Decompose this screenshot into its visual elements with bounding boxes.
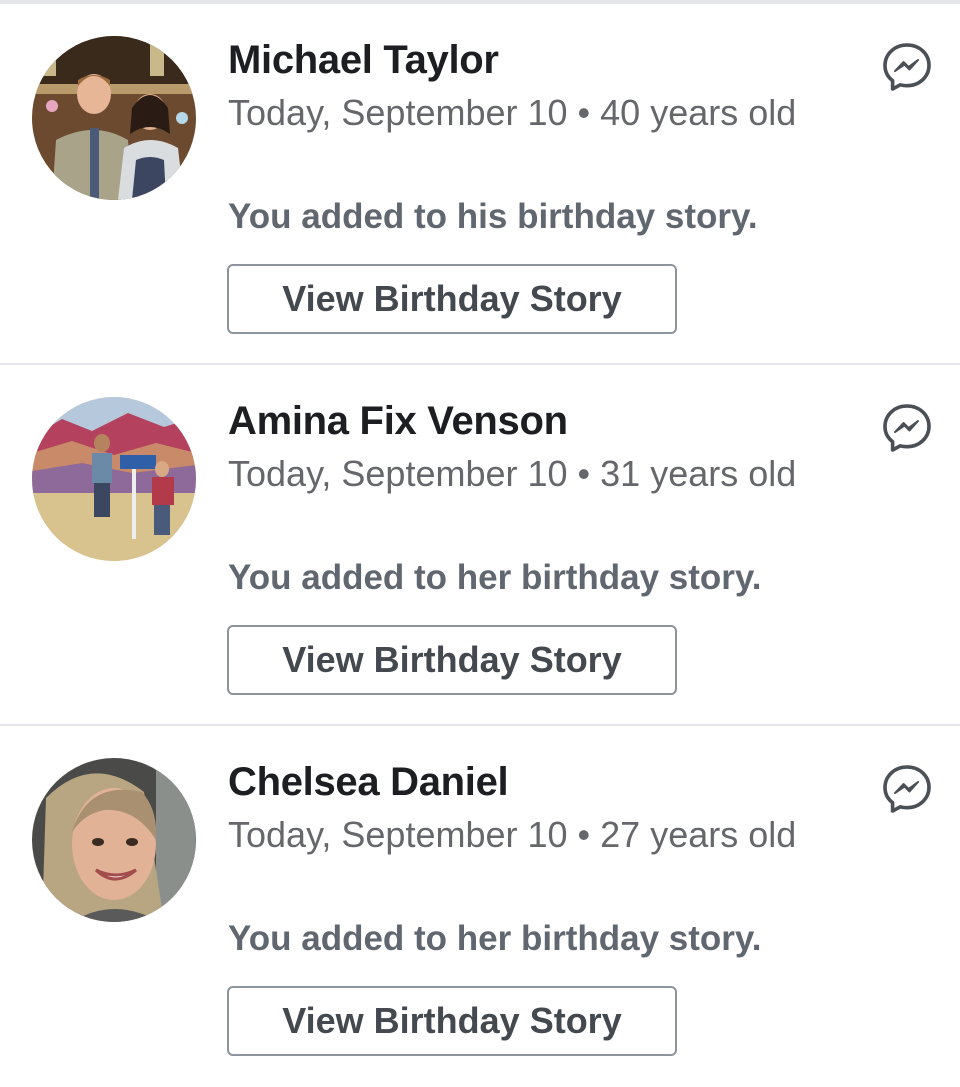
- avatar[interactable]: [32, 397, 196, 561]
- birthday-card: Chelsea Daniel Today, September 10 • 27 …: [0, 726, 960, 1087]
- messenger-icon: [883, 765, 931, 813]
- story-note: You added to his birthday story.: [228, 197, 758, 236]
- story-note: You added to her birthday story.: [228, 919, 762, 958]
- avatar[interactable]: [32, 758, 196, 922]
- birthday-date: Today, September 10 • 31 years old: [228, 453, 797, 494]
- birthday-card: Amina Fix Venson Today, September 10 • 3…: [0, 365, 960, 726]
- profile-photo: [32, 758, 196, 922]
- messenger-button[interactable]: [880, 401, 934, 455]
- story-note: You added to her birthday story.: [228, 558, 762, 597]
- friend-name[interactable]: Amina Fix Venson: [228, 399, 568, 444]
- friend-name[interactable]: Chelsea Daniel: [228, 760, 509, 805]
- birthday-date: Today, September 10 • 27 years old: [228, 814, 797, 855]
- messenger-button[interactable]: [880, 762, 934, 816]
- profile-photo: [32, 36, 196, 200]
- messenger-button[interactable]: [880, 40, 934, 94]
- friend-name[interactable]: Michael Taylor: [228, 38, 499, 83]
- view-birthday-story-button[interactable]: View Birthday Story: [227, 986, 677, 1056]
- view-birthday-story-button[interactable]: View Birthday Story: [227, 625, 677, 695]
- birthday-list: Michael Taylor Today, September 10 • 40 …: [0, 4, 960, 1087]
- profile-photo: [32, 397, 196, 561]
- messenger-icon: [883, 404, 931, 452]
- birthday-date: Today, September 10 • 40 years old: [228, 92, 797, 133]
- avatar[interactable]: [32, 36, 196, 200]
- view-birthday-story-button[interactable]: View Birthday Story: [227, 264, 677, 334]
- messenger-icon: [883, 43, 931, 91]
- birthday-card: Michael Taylor Today, September 10 • 40 …: [0, 4, 960, 365]
